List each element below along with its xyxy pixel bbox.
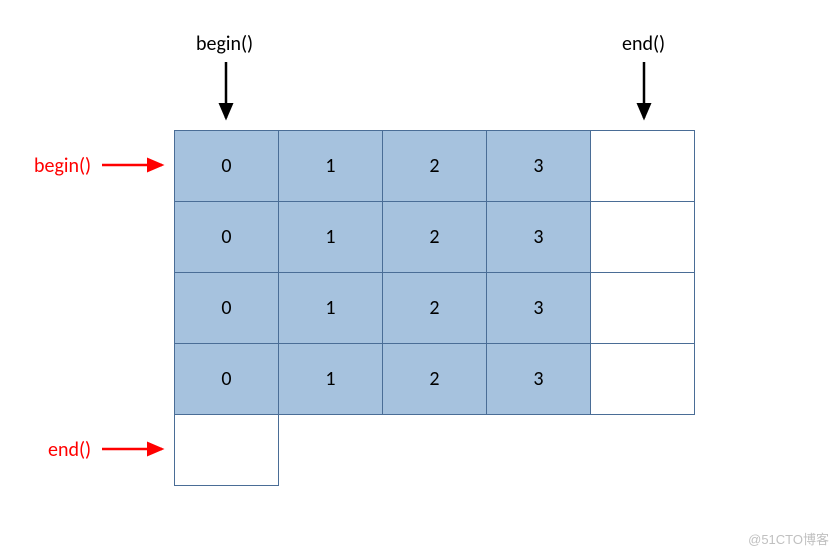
- data-cell: 2: [382, 343, 487, 415]
- data-cell: 1: [278, 272, 383, 344]
- row-end-sentinel: [590, 343, 695, 415]
- data-cell: 3: [486, 201, 591, 273]
- data-cell: 1: [278, 343, 383, 415]
- data-cell: 0: [174, 343, 279, 415]
- row-end-sentinel: [590, 272, 695, 344]
- data-cell: 2: [382, 201, 487, 273]
- label-left-end: end(): [48, 440, 91, 460]
- watermark: @51CTO博客: [748, 529, 829, 548]
- row-end-sentinel: [590, 201, 695, 273]
- data-cell: 0: [174, 130, 279, 202]
- data-cell: 3: [486, 272, 591, 344]
- data-cell: 3: [486, 130, 591, 202]
- label-top-begin: begin(): [196, 34, 253, 54]
- label-left-begin: begin(): [34, 156, 91, 176]
- data-cell: 1: [278, 130, 383, 202]
- data-cell: 0: [174, 272, 279, 344]
- label-top-end: end(): [622, 34, 665, 54]
- data-cell: 0: [174, 201, 279, 273]
- row-end-sentinel: [590, 130, 695, 202]
- data-cell: 1: [278, 201, 383, 273]
- data-cell: 2: [382, 272, 487, 344]
- data-cell: 3: [486, 343, 591, 415]
- outer-end-sentinel: [174, 414, 279, 486]
- data-cell: 2: [382, 130, 487, 202]
